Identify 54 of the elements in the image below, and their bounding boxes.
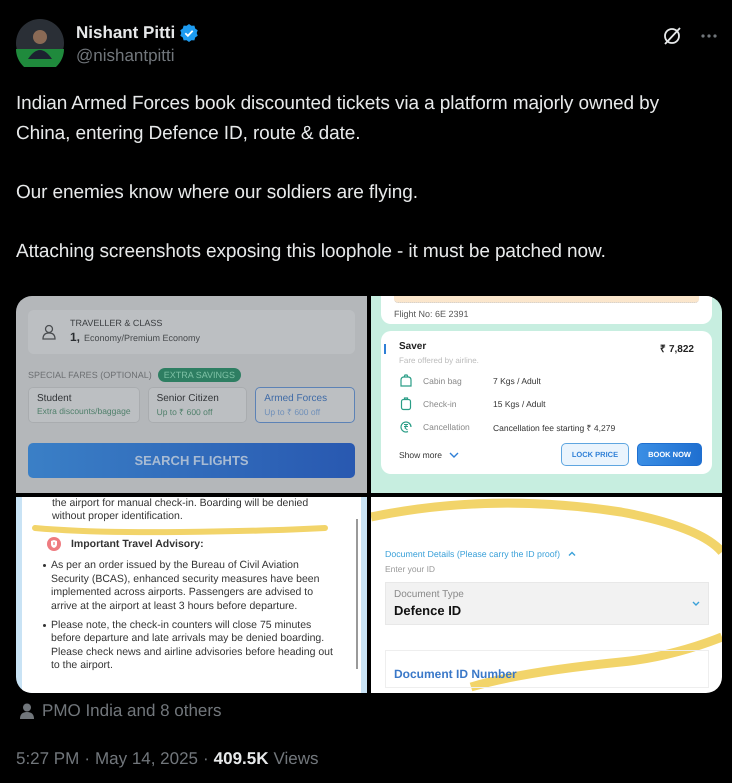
person-icon (42, 324, 56, 340)
fare-name: Saver (399, 341, 426, 354)
avatar (16, 19, 64, 67)
section-heading[interactable]: Document Details (Please carry the ID proof) (385, 548, 560, 558)
chevron-down-icon (692, 600, 700, 606)
baggage-label: Check-in (423, 399, 458, 409)
advisory-text: Please note, the check-in counters will close 75 minutes before departure and late arrivals may be denied boarding. Please check news and airline advisories before heading out to the airport. (51, 618, 333, 673)
show-more-link[interactable]: Show more (399, 450, 442, 460)
tweet-text: Our enemies know where our soldiers are flying. (16, 181, 419, 205)
bullet-icon (43, 624, 46, 627)
author-handle[interactable]: @nishantpitti (76, 46, 662, 66)
advisory-text: the airport for manual check-in. Boarding will be denied without proper identification. (52, 496, 310, 524)
views-label: Views (274, 749, 319, 769)
author-name[interactable]: Nishant Pitti (76, 23, 176, 43)
fare-option[interactable]: Senior Citizen Up to ₹ 600 off (148, 387, 248, 423)
advisory-text: As per an order issued by the Bureau of Civil Aviation Security (BCAS), enhanced security measures have been implemented across airports. Passengers are advised to arrive at the airport at least 3 hours before departure. (51, 559, 320, 613)
document-type-dropdown[interactable]: Document Type Defence ID (385, 582, 709, 624)
field-label: TRAVELLER & CLASS (70, 318, 164, 328)
chevron-up-icon (568, 551, 576, 556)
hint-text: Enter your ID (385, 564, 436, 574)
search-flights-button[interactable]: SEARCH FLIGHTS (28, 443, 355, 478)
flight-number: Flight No: 6E 2391 (394, 309, 470, 319)
person-icon (20, 703, 34, 719)
cabin-class: Economy/Premium Economy (84, 333, 200, 343)
post-date[interactable]: May 14, 2025 (94, 749, 198, 769)
baggage-value: Cancellation fee starting ₹ 4,279 (493, 422, 616, 432)
fare-note: Fare offered by airline. (399, 356, 480, 365)
savings-badge: EXTRA SAVINGS (158, 368, 242, 382)
chevron-down-icon (449, 452, 459, 458)
advisory-heading: Important Travel Advisory: (71, 538, 204, 550)
section-label: SPECIAL FARES (OPTIONAL) (28, 370, 152, 380)
fare-option[interactable]: Armed Forces Up to ₹ 600 off (255, 387, 355, 423)
grok-icon[interactable] (662, 26, 682, 46)
document-number-field[interactable]: Document ID Number (385, 650, 709, 688)
fare-price: ₹ 7,822 (660, 343, 694, 355)
separator-dot: · (84, 749, 90, 769)
suitcase-icon (399, 397, 413, 411)
fare-option[interactable]: Student Extra discounts/baggage (28, 387, 140, 423)
baggage-label: Cabin bag (423, 376, 463, 386)
bag-icon (399, 374, 413, 388)
shield-alert-icon (46, 536, 62, 552)
baggage-value: 7 Kgs / Adult (493, 376, 541, 386)
bullet-icon (43, 564, 46, 568)
baggage-label: Cancellation (423, 422, 471, 432)
separator-dot: · (203, 749, 209, 769)
more-icon[interactable] (700, 33, 718, 39)
view-count: 409.5K (214, 749, 268, 769)
tweet-text: Indian Armed Forces book discounted tickets via a platform majorly owned by China, entering Defence ID, route & date. (16, 92, 660, 146)
tagged-people-link[interactable]: PMO India and 8 others (42, 701, 222, 721)
baggage-value: 15 Kgs / Adult (493, 399, 546, 409)
post-time[interactable]: 5:27 PM (16, 749, 80, 769)
tweet-text: Attaching screenshots exposing this loophole - it must be patched now. (16, 240, 607, 264)
traveller-count: 1, (70, 330, 80, 344)
rupee-refund-icon (399, 420, 413, 434)
